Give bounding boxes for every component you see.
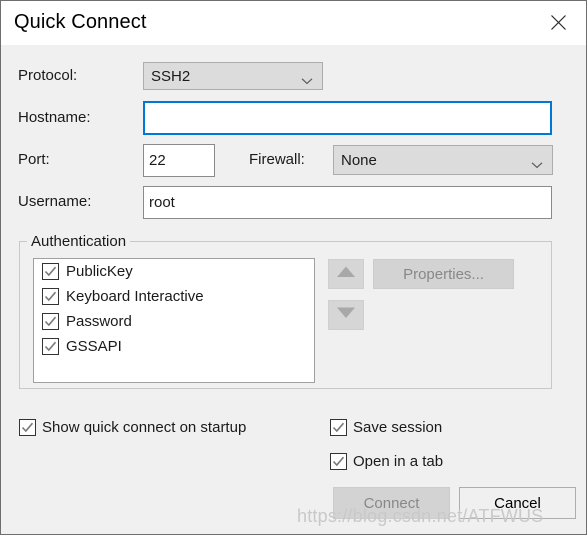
arrow-down-icon bbox=[336, 306, 356, 324]
list-item-label: Password bbox=[66, 313, 132, 330]
checkbox-checked-icon[interactable] bbox=[42, 313, 59, 330]
firewall-value: None bbox=[341, 151, 377, 169]
list-item[interactable]: GSSAPI bbox=[34, 334, 314, 359]
checkbox-checked-icon[interactable] bbox=[42, 338, 59, 355]
quick-connect-dialog: Quick Connect Protocol: SSH2 Hostname: P… bbox=[0, 0, 587, 535]
list-item-label: PublicKey bbox=[66, 263, 133, 280]
move-down-button[interactable] bbox=[328, 300, 364, 330]
list-item[interactable]: Keyboard Interactive bbox=[34, 284, 314, 309]
window-title: Quick Connect bbox=[14, 11, 147, 33]
firewall-select[interactable]: None bbox=[333, 145, 553, 175]
open-in-a-tab-checkbox[interactable]: Open in a tab bbox=[330, 453, 443, 470]
firewall-label: Firewall: bbox=[249, 151, 305, 168]
checkbox-checked-icon[interactable] bbox=[19, 419, 36, 436]
checkbox-label: Open in a tab bbox=[353, 453, 444, 470]
chevron-down-icon bbox=[531, 156, 543, 169]
checkbox-checked-icon[interactable] bbox=[330, 419, 347, 436]
titlebar: Quick Connect bbox=[1, 1, 586, 45]
hostname-label: Hostname: bbox=[18, 109, 91, 126]
checkbox-label: Show quick connect on startup bbox=[42, 419, 247, 436]
username-input[interactable] bbox=[143, 186, 552, 219]
arrow-up-icon bbox=[336, 265, 356, 283]
connect-button[interactable]: Connect bbox=[333, 487, 450, 519]
port-input[interactable] bbox=[143, 144, 215, 177]
username-label: Username: bbox=[18, 193, 92, 210]
dialog-body: Protocol: SSH2 Hostname: Port: Firewall:… bbox=[1, 45, 586, 534]
checkbox-label: Save session bbox=[353, 419, 443, 436]
checkbox-checked-icon[interactable] bbox=[42, 288, 59, 305]
list-item[interactable]: Password bbox=[34, 309, 314, 334]
protocol-label: Protocol: bbox=[18, 67, 78, 84]
chevron-down-icon bbox=[301, 72, 313, 85]
save-session-checkbox[interactable]: Save session bbox=[330, 419, 442, 436]
list-item-label: GSSAPI bbox=[66, 338, 122, 355]
list-item[interactable]: PublicKey bbox=[34, 259, 314, 284]
hostname-input[interactable] bbox=[143, 101, 552, 135]
protocol-select[interactable]: SSH2 bbox=[143, 62, 323, 90]
close-icon[interactable] bbox=[536, 3, 580, 41]
authentication-list[interactable]: PublicKey Keyboard Interactive Password bbox=[33, 258, 315, 383]
show-quick-connect-on-startup-checkbox[interactable]: Show quick connect on startup bbox=[19, 419, 246, 436]
port-label: Port: bbox=[18, 151, 50, 168]
authentication-legend: Authentication bbox=[27, 233, 131, 250]
cancel-button[interactable]: Cancel bbox=[459, 487, 576, 519]
checkbox-checked-icon[interactable] bbox=[42, 263, 59, 280]
protocol-value: SSH2 bbox=[151, 67, 191, 85]
checkbox-checked-icon[interactable] bbox=[330, 453, 347, 470]
list-item-label: Keyboard Interactive bbox=[66, 288, 204, 305]
properties-button[interactable]: Properties... bbox=[373, 259, 514, 289]
move-up-button[interactable] bbox=[328, 259, 364, 289]
